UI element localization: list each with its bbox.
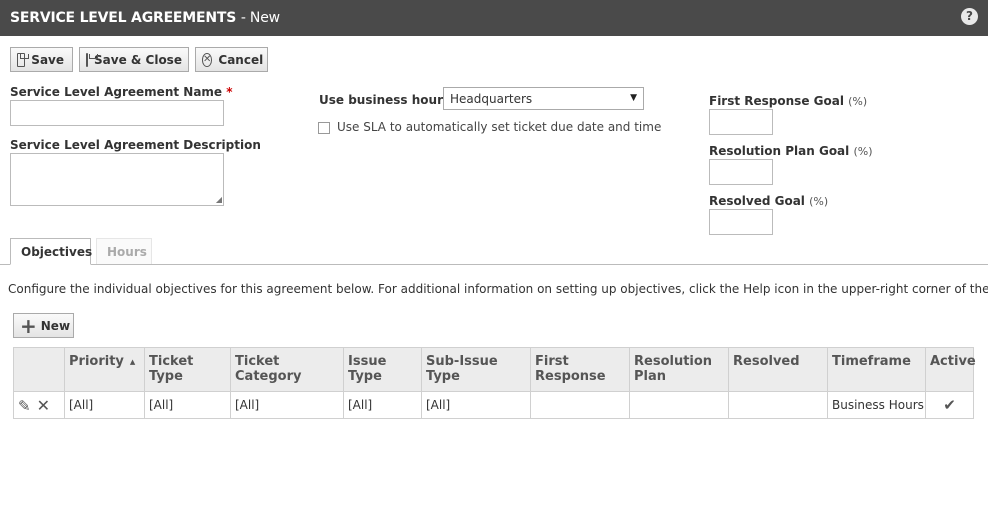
first-response-goal-text: First Response Goal <box>709 94 844 108</box>
first-response-goal-label: First Response Goal (%) <box>709 94 867 108</box>
use-sla-label: Use SLA to automatically set ticket due … <box>337 120 662 134</box>
checkmark-icon: ✔ <box>943 396 956 414</box>
column-header-ticket-category[interactable]: Ticket Category <box>230 347 344 392</box>
cell-timeframe: Business Hours <box>827 391 926 419</box>
save-close-button-label: Save & Close <box>94 52 182 67</box>
delete-x-icon[interactable]: ✕ <box>37 396 50 415</box>
cell-priority: [All] <box>64 391 145 419</box>
resolved-goal-label: Resolved Goal (%) <box>709 194 828 208</box>
page-title-subtitle: - New <box>240 10 280 26</box>
first-response-goal-input[interactable] <box>709 109 773 135</box>
resolution-plan-goal-label: Resolution Plan Goal (%) <box>709 144 873 158</box>
column-header-resolved[interactable]: Resolved <box>728 347 828 392</box>
cancel-icon: ✕ <box>202 52 213 67</box>
column-header-actions <box>13 347 65 392</box>
sla-name-input[interactable] <box>10 100 224 126</box>
page-title: SERVICE LEVEL AGREEMENTS - New <box>10 10 280 26</box>
cell-issue-type: [All] <box>343 391 422 419</box>
required-marker: * <box>226 85 233 99</box>
resolved-goal-input[interactable] <box>709 209 773 235</box>
help-icon[interactable]: ? <box>961 8 978 25</box>
sla-description-label: Service Level Agreement Description <box>10 138 261 152</box>
tab-hours[interactable]: Hours <box>96 238 152 265</box>
column-header-resolution-plan[interactable]: Resolution Plan <box>629 347 729 392</box>
new-objective-button[interactable]: + New <box>13 313 74 338</box>
cell-sub-issue-type: [All] <box>421 391 531 419</box>
column-header-first-response[interactable]: First Response <box>530 347 630 392</box>
column-header-sub-issue-type[interactable]: Sub-Issue Type <box>421 347 531 392</box>
cancel-button[interactable]: ✕ Cancel <box>195 47 268 72</box>
column-header-active[interactable]: Active <box>925 347 976 392</box>
business-hours-value: Headquarters <box>450 92 533 106</box>
cell-resolution-plan <box>629 391 729 419</box>
objectives-table: Priority ▲ Ticket Type Ticket Category Is… <box>13 347 976 419</box>
save-button-label: Save <box>31 52 64 67</box>
cancel-button-label: Cancel <box>218 52 264 67</box>
save-button[interactable]: Save <box>10 47 73 72</box>
column-header-ticket-type[interactable]: Ticket Type <box>144 347 231 392</box>
resolved-goal-text: Resolved Goal <box>709 194 805 208</box>
business-hours-select[interactable]: Headquarters ▼ <box>443 87 644 110</box>
tab-objectives[interactable]: Objectives <box>10 238 92 265</box>
cell-ticket-category: [All] <box>230 391 344 419</box>
objectives-info-text: Configure the individual objectives for … <box>8 282 988 296</box>
save-icon <box>86 52 98 67</box>
edit-pencil-icon[interactable]: ✎ <box>18 397 31 415</box>
table-header-row: Priority ▲ Ticket Type Ticket Category Is… <box>13 347 976 392</box>
tab-divider <box>0 264 988 265</box>
row-actions-cell: ✎ ✕ <box>13 391 65 419</box>
resize-grip-icon[interactable]: ◢ <box>216 196 222 204</box>
percent-unit: (%) <box>848 95 868 108</box>
cell-active: ✔ <box>925 391 974 419</box>
percent-unit: (%) <box>853 145 873 158</box>
save-close-button[interactable]: Save & Close <box>79 47 189 72</box>
cell-first-response <box>530 391 630 419</box>
table-row: ✎ ✕ [All] [All] [All] [All] [All] Busines… <box>13 391 974 419</box>
cell-ticket-type: [All] <box>144 391 231 419</box>
page-title-main: SERVICE LEVEL AGREEMENTS <box>10 10 237 26</box>
column-header-priority-label: Priority <box>69 354 124 369</box>
title-bar: SERVICE LEVEL AGREEMENTS - New ? <box>0 0 988 36</box>
column-header-issue-type[interactable]: Issue Type <box>343 347 422 392</box>
sla-name-label-text: Service Level Agreement Name <box>10 85 223 99</box>
dropdown-arrow-icon: ▼ <box>630 93 637 103</box>
column-header-timeframe[interactable]: Timeframe <box>827 347 926 392</box>
sort-ascending-icon: ▲ <box>129 357 136 366</box>
plus-icon: + <box>20 313 37 338</box>
sla-name-label: Service Level Agreement Name * <box>10 85 233 99</box>
percent-unit: (%) <box>809 195 829 208</box>
resolution-plan-goal-text: Resolution Plan Goal <box>709 144 850 158</box>
sla-description-textarea[interactable]: ◢ <box>10 153 224 206</box>
column-header-priority[interactable]: Priority ▲ <box>64 347 145 392</box>
use-sla-checkbox[interactable] <box>318 122 330 134</box>
new-objective-button-label: New <box>40 318 71 333</box>
save-icon <box>17 52 30 67</box>
cell-resolved <box>728 391 828 419</box>
resolution-plan-goal-input[interactable] <box>709 159 773 185</box>
